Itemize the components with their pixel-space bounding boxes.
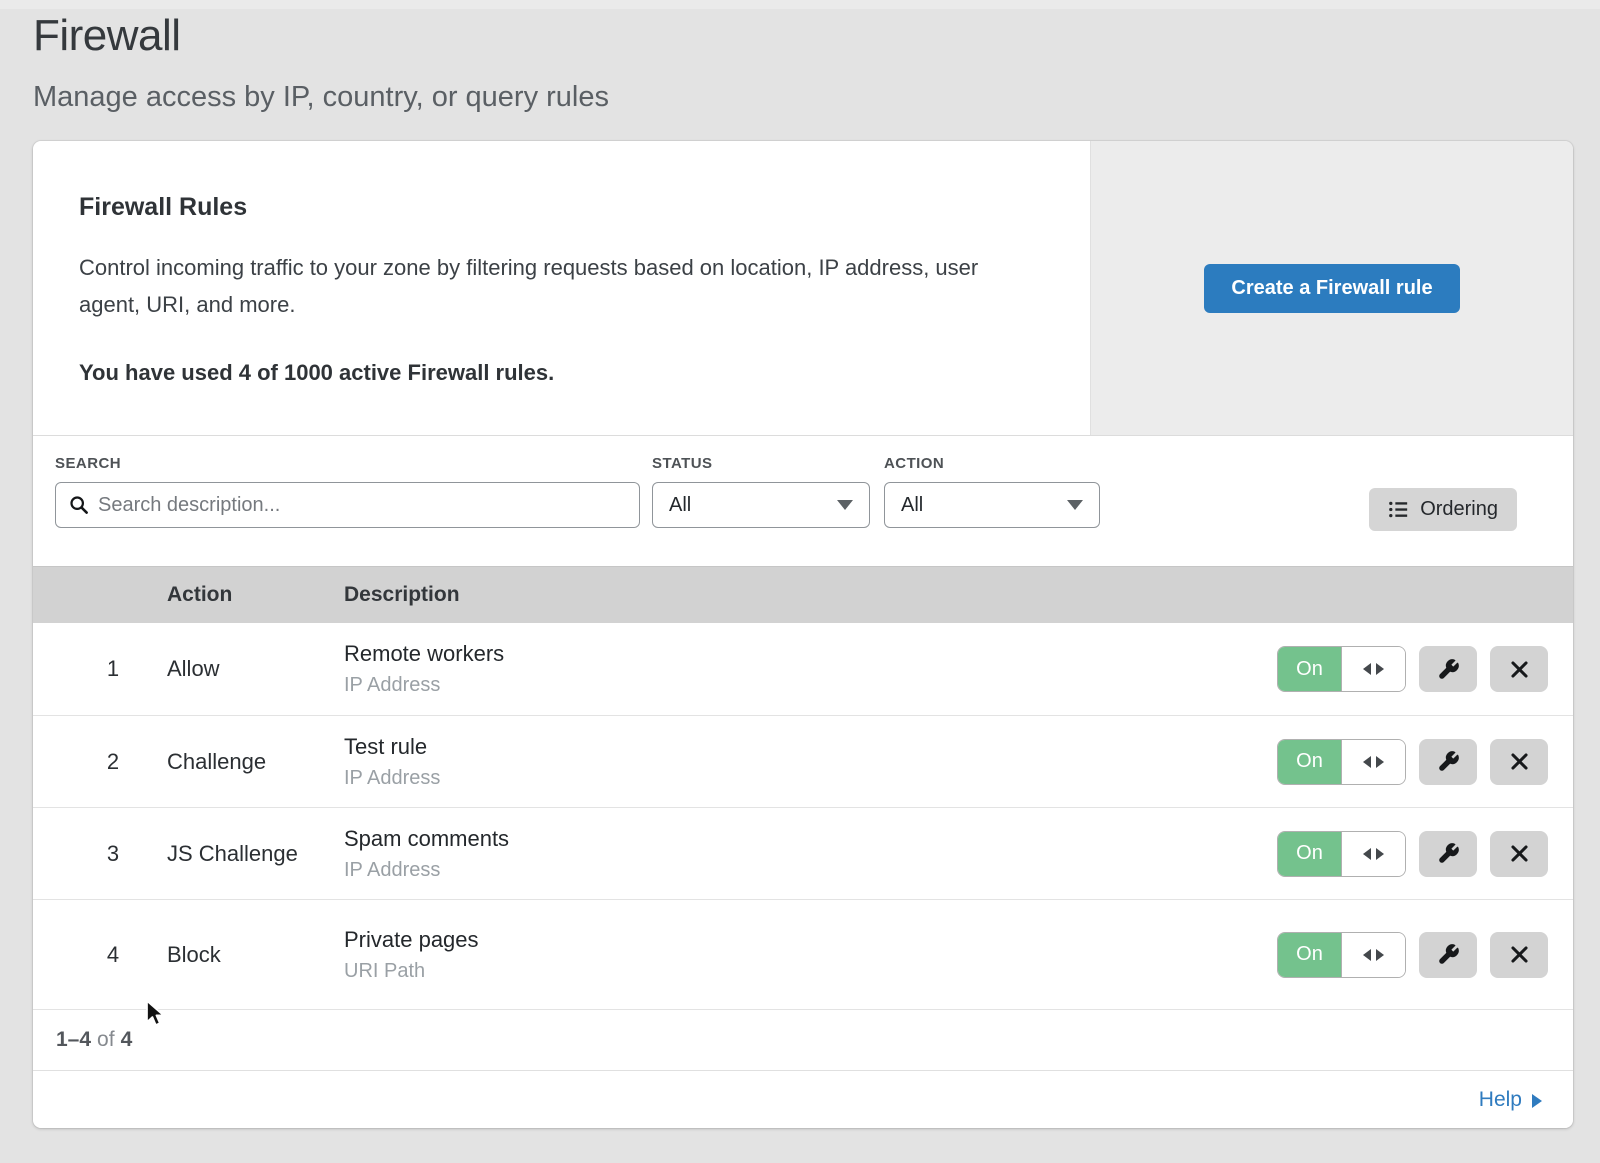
rule-description: Remote workers [344, 641, 1277, 667]
delete-rule-button[interactable] [1490, 831, 1548, 877]
card-intro: Firewall Rules Control incoming traffic … [33, 141, 1090, 435]
column-action: Action [167, 583, 344, 607]
chevron-down-icon [837, 500, 853, 510]
rule-priority: 1 [33, 656, 167, 682]
table-row: 2 Challenge Test rule IP Address On [33, 715, 1573, 807]
table-header: Action Description [33, 566, 1573, 623]
status-filter-group: STATUS All [652, 455, 870, 528]
page-subtitle: Manage access by IP, country, or query r… [33, 81, 1600, 114]
status-select[interactable]: All [652, 482, 870, 528]
toggle-on-label: On [1278, 832, 1341, 876]
rule-toggle[interactable]: On [1277, 739, 1406, 785]
rule-toggle[interactable]: On [1277, 831, 1406, 877]
delete-rule-button[interactable] [1490, 646, 1548, 692]
rule-controls: On [1277, 739, 1573, 785]
rule-description-cell: Spam comments IP Address [344, 826, 1277, 882]
edit-rule-button[interactable] [1419, 831, 1477, 877]
wrench-icon [1437, 842, 1460, 865]
toggle-arrows-icon [1341, 647, 1405, 691]
toggle-arrows-icon [1341, 832, 1405, 876]
rule-toggle[interactable]: On [1277, 646, 1406, 692]
toggle-arrows-icon [1341, 740, 1405, 784]
rule-priority: 4 [33, 942, 167, 968]
search-filter-group: SEARCH [55, 455, 640, 528]
chevron-down-icon [1067, 500, 1083, 510]
table-row: 1 Allow Remote workers IP Address On [33, 623, 1573, 715]
table-row: 4 Block Private pages URI Path On [33, 899, 1573, 1009]
search-label: SEARCH [55, 455, 640, 472]
status-select-value: All [669, 494, 691, 517]
pagination-range: 1–4 [56, 1028, 91, 1052]
pagination-total: 4 [121, 1028, 133, 1052]
ordered-list-icon [1388, 499, 1409, 520]
delete-rule-button[interactable] [1490, 932, 1548, 978]
x-icon [1509, 843, 1530, 864]
page-title: Firewall [33, 12, 1600, 60]
toggle-on-label: On [1278, 740, 1341, 784]
create-firewall-rule-button[interactable]: Create a Firewall rule [1204, 264, 1459, 313]
rule-action: Challenge [167, 749, 344, 775]
page-header: Firewall Manage access by IP, country, o… [0, 0, 1600, 114]
action-label: ACTION [884, 455, 1100, 472]
ordering-button-label: Ordering [1420, 498, 1498, 521]
help-link[interactable]: Help [1479, 1088, 1542, 1112]
status-label: STATUS [652, 455, 870, 472]
rule-action: Allow [167, 656, 344, 682]
rule-description-cell: Private pages URI Path [344, 927, 1277, 983]
edit-rule-button[interactable] [1419, 932, 1477, 978]
arrow-right-icon [1532, 1094, 1542, 1108]
edit-rule-button[interactable] [1419, 646, 1477, 692]
filter-bar: SEARCH STATUS All ACTION All [33, 435, 1573, 566]
toggle-on-label: On [1278, 647, 1341, 691]
rules-usage-text: You have used 4 of 1000 active Firewall … [79, 360, 1030, 386]
action-filter-group: ACTION All [884, 455, 1100, 528]
column-description: Description [344, 583, 1573, 607]
wrench-icon [1437, 943, 1460, 966]
rule-controls: On [1277, 831, 1573, 877]
card-heading: Firewall Rules [79, 193, 1030, 222]
search-input[interactable] [98, 494, 626, 517]
action-select[interactable]: All [884, 482, 1100, 528]
card-description: Control incoming traffic to your zone by… [79, 249, 1024, 323]
rule-action: Block [167, 942, 344, 968]
x-icon [1509, 944, 1530, 965]
wrench-icon [1437, 750, 1460, 773]
wrench-icon [1437, 658, 1460, 681]
rule-match-type: URI Path [344, 960, 1277, 983]
rule-controls: On [1277, 646, 1573, 692]
pagination-of: of [97, 1028, 115, 1052]
rule-description-cell: Remote workers IP Address [344, 641, 1277, 697]
x-icon [1509, 751, 1530, 772]
rule-description: Test rule [344, 734, 1277, 760]
toggle-on-label: On [1278, 933, 1341, 977]
rule-toggle[interactable]: On [1277, 932, 1406, 978]
rule-match-type: IP Address [344, 859, 1277, 882]
card-footer: Help [33, 1070, 1573, 1128]
rule-description: Spam comments [344, 826, 1277, 852]
action-select-value: All [901, 494, 923, 517]
delete-rule-button[interactable] [1490, 739, 1548, 785]
help-link-label: Help [1479, 1088, 1522, 1112]
rule-priority: 2 [33, 749, 167, 775]
toggle-arrows-icon [1341, 933, 1405, 977]
x-icon [1509, 659, 1530, 680]
card-top-section: Firewall Rules Control incoming traffic … [33, 141, 1573, 435]
rule-match-type: IP Address [344, 767, 1277, 790]
rule-action: JS Challenge [167, 841, 344, 867]
ordering-button[interactable]: Ordering [1369, 488, 1517, 531]
top-edge-highlight [0, 0, 1600, 9]
card-action-panel: Create a Firewall rule [1090, 141, 1573, 435]
rule-description-cell: Test rule IP Address [344, 734, 1277, 790]
rule-match-type: IP Address [344, 674, 1277, 697]
search-icon [69, 495, 89, 515]
table-row: 3 JS Challenge Spam comments IP Address … [33, 807, 1573, 899]
pagination-bar: 1–4 of 4 [33, 1009, 1573, 1070]
search-box [55, 482, 640, 528]
edit-rule-button[interactable] [1419, 739, 1477, 785]
rule-priority: 3 [33, 841, 167, 867]
firewall-rules-card: Firewall Rules Control incoming traffic … [33, 141, 1573, 1128]
rule-controls: On [1277, 932, 1573, 978]
rule-description: Private pages [344, 927, 1277, 953]
